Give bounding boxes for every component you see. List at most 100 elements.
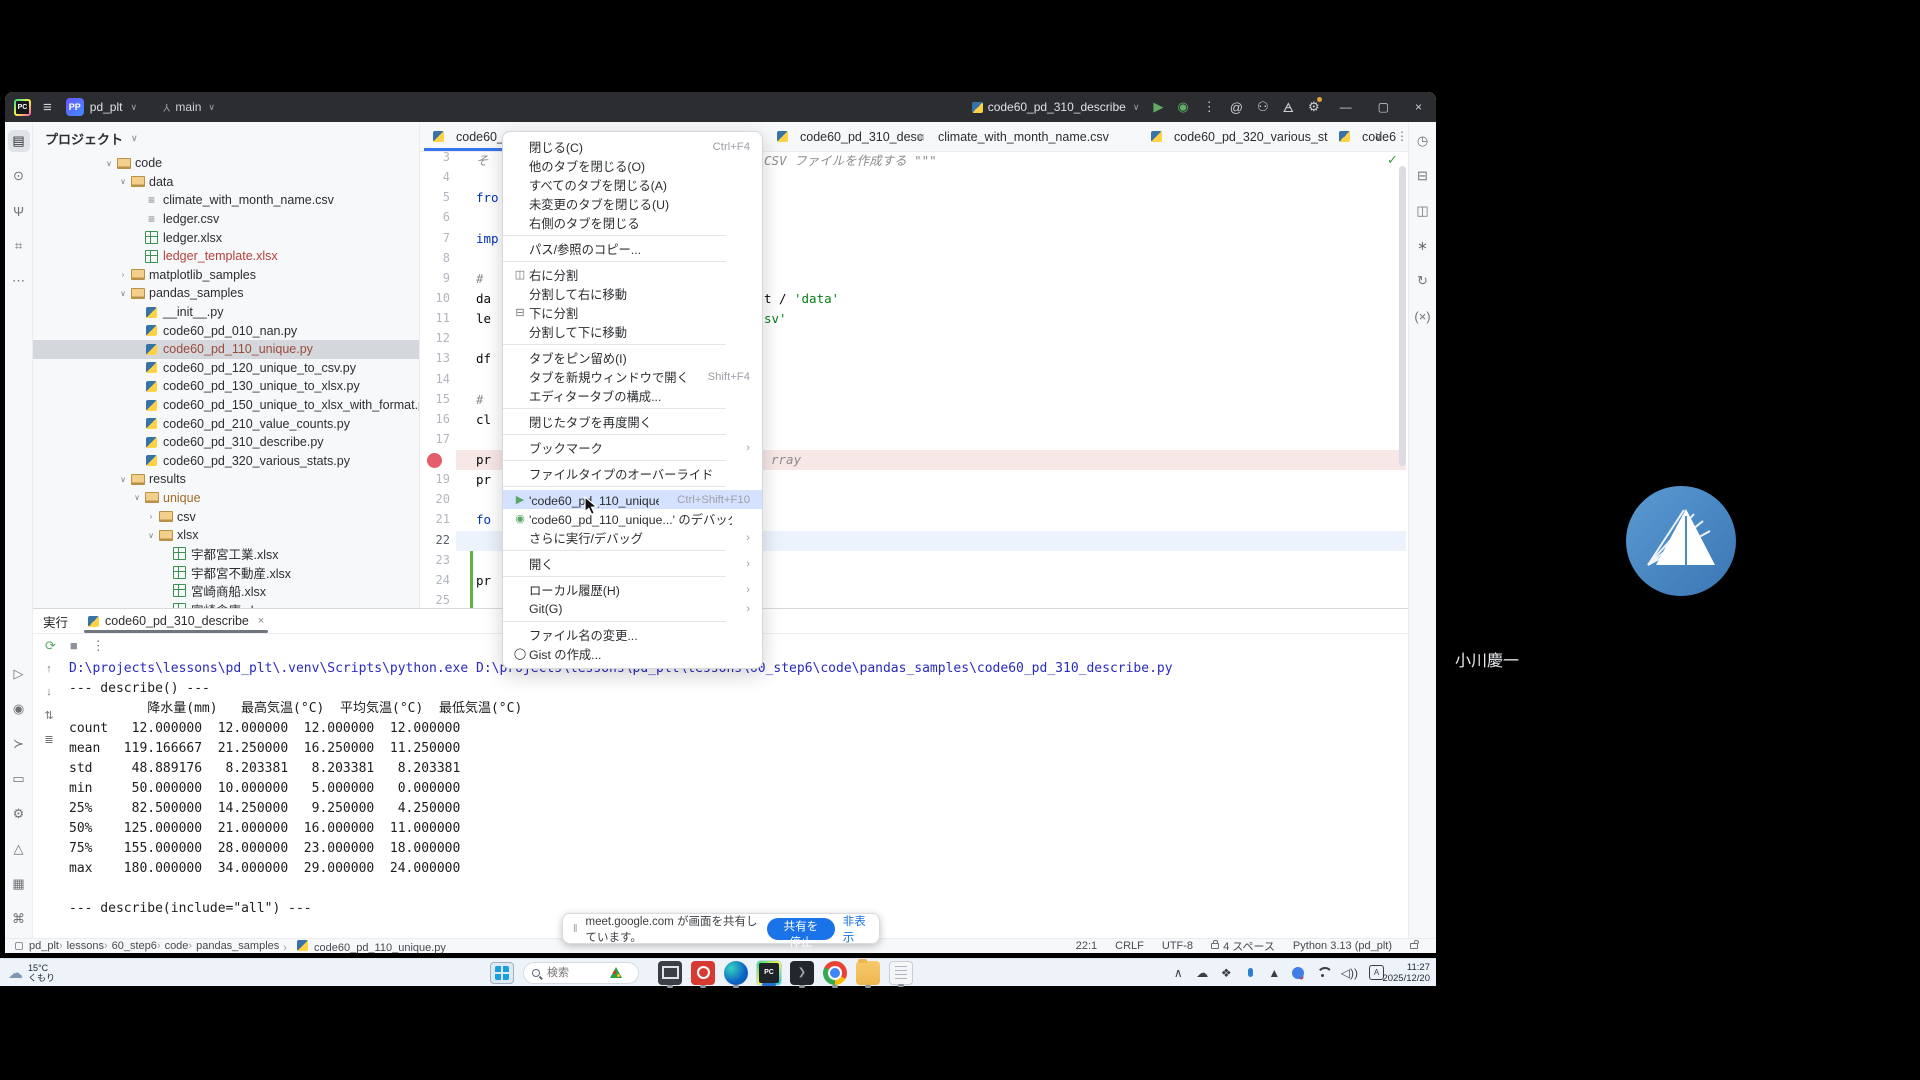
- status-bar-item[interactable]: Python 3.13 (pd_plt): [1293, 940, 1392, 952]
- context-menu-item[interactable]: ファイル名の変更...: [503, 625, 762, 644]
- tree-row[interactable]: ledger.xlsx: [33, 228, 419, 247]
- taskbar-window-app[interactable]: [658, 961, 682, 985]
- tree-row[interactable]: ledger.csv: [33, 210, 419, 229]
- version-control-icon[interactable]: ⌘: [8, 908, 30, 930]
- run-button[interactable]: ▶: [1153, 99, 1163, 115]
- context-menu-item[interactable]: さらに実行/デバッグ ›: [503, 528, 762, 547]
- taskbar-pycharm[interactable]: PC: [757, 961, 781, 985]
- terminal-icon[interactable]: ▭: [8, 768, 30, 790]
- context-menu-item[interactable]: ◉ 'code60_pd_110_unique...' のデバッグ(D): [503, 509, 762, 528]
- notifications-icon[interactable]: ◷: [1412, 130, 1434, 152]
- run-tab[interactable]: code60_pd_310_describe ×: [84, 609, 268, 633]
- breadcrumb-item[interactable]: 60_step6: [104, 940, 157, 952]
- minimize-button[interactable]: —: [1334, 100, 1358, 114]
- context-menu-item[interactable]: 他のタブを閉じる(O): [503, 156, 762, 175]
- taskbar-explorer[interactable]: [856, 961, 880, 985]
- wifi-icon[interactable]: [1316, 967, 1330, 978]
- taskbar-clock[interactable]: 11:27 2025/12/20: [1382, 962, 1430, 984]
- context-menu-item[interactable]: Git(G) ›: [503, 599, 762, 618]
- tree-chevron-icon[interactable]: ∨: [131, 493, 143, 502]
- ai-assistant-icon[interactable]: ∗: [1412, 235, 1434, 257]
- context-menu-item[interactable]: 分割して右に移動: [503, 284, 762, 303]
- breadcrumb-item[interactable]: lessons: [59, 940, 104, 952]
- context-menu-item[interactable]: [503, 431, 762, 438]
- context-menu-item[interactable]: ◯ Gist の作成...: [503, 644, 762, 663]
- tree-row[interactable]: › matplotlib_samples: [33, 266, 419, 285]
- breadcrumb-item[interactable]: pd_plt: [29, 940, 59, 952]
- tree-row[interactable]: code60_pd_310_describe.py: [33, 433, 419, 452]
- context-menu-item[interactable]: 未変更のタブを閉じる(U): [503, 194, 762, 213]
- tree-chevron-icon[interactable]: ∨: [117, 177, 129, 186]
- git-branch-selector[interactable]: Y main ∨: [163, 100, 215, 114]
- tree-row[interactable]: code60_pd_210_value_counts.py: [33, 414, 419, 433]
- run-console-output[interactable]: D:\projects\lessons\pd_plt\.venv\Scripts…: [69, 659, 1432, 938]
- soft-wrap-icon[interactable]: ⇅: [44, 709, 53, 722]
- tree-row[interactable]: code60_pd_110_unique.py: [33, 340, 419, 359]
- breakpoint-icon[interactable]: [427, 453, 442, 468]
- tree-row[interactable]: ∨ data: [33, 173, 419, 192]
- tree-row[interactable]: ∨ xlsx: [33, 526, 419, 545]
- editor-scrollbar[interactable]: [1399, 166, 1406, 466]
- tree-row[interactable]: ∨ pandas_samples: [33, 284, 419, 303]
- tree-row[interactable]: 宇都宮不動産.xlsx: [33, 563, 419, 582]
- console-options-icon[interactable]: ⋮: [92, 638, 105, 654]
- taskbar-red-app[interactable]: [691, 961, 715, 985]
- context-menu-item[interactable]: エディタータブの構成...: [503, 386, 762, 405]
- weather-widget[interactable]: ☁ 15°C くもり: [8, 963, 55, 983]
- context-menu-item[interactable]: 右側のタブを閉じる: [503, 213, 762, 232]
- tree-row[interactable]: code60_pd_150_unique_to_xlsx_with_format…: [33, 396, 419, 415]
- stop-button[interactable]: ■: [70, 638, 78, 653]
- rerun-button[interactable]: ⟳: [45, 638, 56, 654]
- main-menu-icon[interactable]: ≡: [43, 99, 52, 116]
- history-icon[interactable]: ↻: [1412, 270, 1434, 292]
- context-menu-item[interactable]: ▶ 'code60_pd_110_unique...' の実行(U) Ctrl+…: [503, 490, 762, 509]
- context-menu-item[interactable]: 閉じたタブを再度開く: [503, 412, 762, 431]
- search-everywhere-icon[interactable]: 🜁: [1283, 94, 1294, 120]
- stop-sharing-button[interactable]: 共有を停止: [767, 918, 835, 940]
- tree-row[interactable]: 宮崎倉庫.xlsx: [33, 600, 419, 608]
- taskbar-dark-app[interactable]: ❯: [790, 961, 814, 985]
- run-configuration-selector[interactable]: code60_pd_310_describe ∨: [972, 100, 1140, 114]
- run-icon[interactable]: ▷: [8, 663, 30, 685]
- context-menu-item[interactable]: [503, 341, 762, 348]
- taskbar-notepad[interactable]: [889, 961, 913, 985]
- settings-gear-icon[interactable]: ⚙: [1308, 99, 1320, 115]
- tree-row[interactable]: › csv: [33, 507, 419, 526]
- onedrive-icon[interactable]: ☁: [1196, 966, 1209, 980]
- breadcrumb-item[interactable]: pandas_samples: [188, 940, 279, 952]
- context-menu-item[interactable]: [503, 618, 762, 625]
- drag-handle-icon[interactable]: ‖: [573, 923, 578, 935]
- tray-expand-icon[interactable]: ∧: [1172, 966, 1185, 980]
- microphone-icon[interactable]: [1244, 968, 1257, 977]
- status-bar-item[interactable]: 22:1: [1076, 940, 1097, 952]
- tree-chevron-icon[interactable]: ∨: [145, 531, 157, 540]
- tree-row[interactable]: code60_pd_130_unique_to_xlsx.py: [33, 377, 419, 396]
- breadcrumb-item[interactable]: code: [157, 940, 189, 952]
- scroll-up-icon[interactable]: ↑: [46, 663, 52, 675]
- tree-chevron-icon[interactable]: ›: [145, 512, 157, 521]
- tree-row[interactable]: ledger_template.xlsx: [33, 247, 419, 266]
- tree-row[interactable]: code60_pd_120_unique_to_csv.py: [33, 359, 419, 378]
- search-input[interactable]: [545, 966, 605, 980]
- status-bar-item[interactable]: [1410, 943, 1422, 949]
- ai-assistant-icon[interactable]: @: [1230, 100, 1243, 115]
- scroll-down-icon[interactable]: ↓: [46, 686, 52, 698]
- taskbar-chrome[interactable]: [823, 961, 847, 985]
- context-menu-item[interactable]: 分割して下に移動: [503, 322, 762, 341]
- context-menu-item[interactable]: [503, 232, 762, 239]
- breadcrumb-file[interactable]: code60_pd_110_unique.py: [283, 939, 446, 954]
- more-tools-icon[interactable]: ⋯: [8, 270, 30, 292]
- project-selector[interactable]: PP pd_plt ∨: [66, 98, 137, 116]
- start-button[interactable]: [490, 962, 514, 984]
- context-menu-item[interactable]: [503, 258, 762, 265]
- tab-options-icon[interactable]: ⋮: [1396, 129, 1408, 143]
- context-menu-item[interactable]: 閉じる(C) Ctrl+F4: [503, 137, 762, 156]
- context-menu-item[interactable]: タブを新規ウィンドウで開く Shift+F4: [503, 367, 762, 386]
- editor-tab[interactable]: code60_pd_1: [424, 122, 502, 151]
- taskbar-search[interactable]: [523, 962, 639, 984]
- context-menu-item[interactable]: パス/参照のコピー...: [503, 239, 762, 258]
- structure-bottom-icon[interactable]: ▦: [8, 873, 30, 895]
- tree-row[interactable]: ∨ code: [33, 154, 419, 173]
- context-menu-item[interactable]: [503, 405, 762, 412]
- context-menu-item[interactable]: ローカル履歴(H) ›: [503, 580, 762, 599]
